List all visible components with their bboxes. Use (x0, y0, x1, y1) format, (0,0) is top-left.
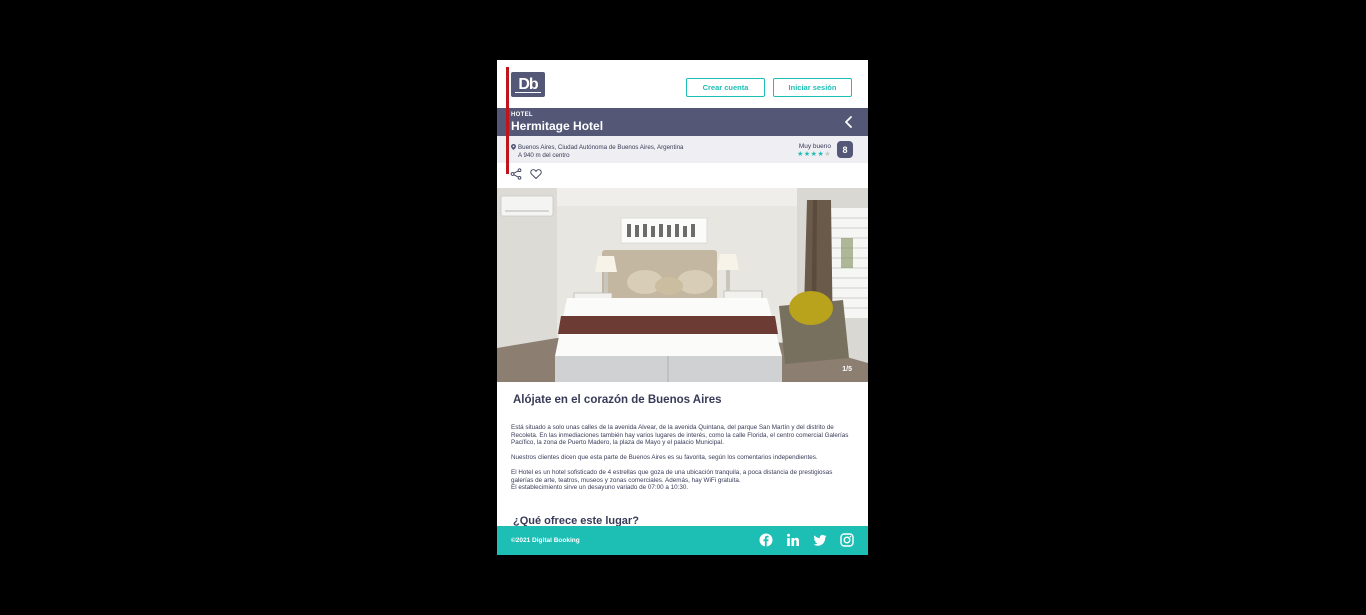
bedroom-image (497, 188, 868, 382)
star-icon: ★ (797, 151, 804, 158)
description-title: Alójate en el corazón de Buenos Aires (513, 394, 722, 406)
logo[interactable]: Db (511, 72, 545, 97)
instagram-icon[interactable] (840, 533, 854, 547)
location-bar: Buenos Aires, Ciudad Autónoma de Buenos … (497, 136, 868, 163)
share-icon[interactable] (510, 168, 522, 180)
score-badge: 8 (837, 141, 853, 158)
linkedin-icon[interactable] (786, 533, 800, 547)
back-chevron-icon[interactable] (842, 115, 856, 129)
create-account-button[interactable]: Crear cuenta (686, 78, 765, 97)
description-paragraph: Nuestros clientes dicen que esta parte d… (511, 454, 818, 461)
hotel-name: Hermitage Hotel (511, 119, 604, 133)
description-paragraph: El Hotel es un hotel sofisticado de 4 es… (511, 469, 833, 484)
annotation-line (506, 67, 509, 174)
heart-icon[interactable] (530, 168, 542, 180)
footer: ©2021 Digital Booking (497, 526, 868, 555)
description-paragraph: Está situado a solo unas calles de la av… (511, 424, 849, 446)
hotel-title-bar: HOTEL Hermitage Hotel (497, 108, 868, 136)
star-rating: ★★★★★ (797, 150, 831, 158)
location-pin-icon (511, 144, 516, 150)
login-button[interactable]: Iniciar sesión (773, 78, 852, 97)
hotel-photo[interactable]: 1/5 (497, 188, 868, 382)
facebook-icon[interactable] (759, 533, 773, 547)
action-icons (510, 168, 542, 182)
app-screen: Db Crear cuenta Iniciar sesión HOTEL Her… (497, 60, 868, 555)
hotel-distance: A 940 m del centro (518, 151, 570, 159)
copyright-text: ©2021 Digital Booking (511, 537, 580, 544)
header: Db Crear cuenta Iniciar sesión (497, 60, 868, 108)
hotel-category: HOTEL (511, 112, 533, 118)
description-text: Está situado a solo unas calles de la av… (511, 424, 856, 492)
twitter-icon[interactable] (813, 533, 827, 547)
rating-label: Muy bueno (798, 143, 831, 150)
star-icon: ★ (803, 151, 811, 158)
gallery-counter: 1/5 (842, 366, 852, 373)
description-paragraph: El establecimiento sirve un desayuno var… (511, 484, 689, 491)
social-links (759, 533, 854, 547)
hotel-address: Buenos Aires, Ciudad Autónoma de Buenos … (518, 144, 684, 151)
star-empty-icon: ★ (824, 151, 831, 158)
